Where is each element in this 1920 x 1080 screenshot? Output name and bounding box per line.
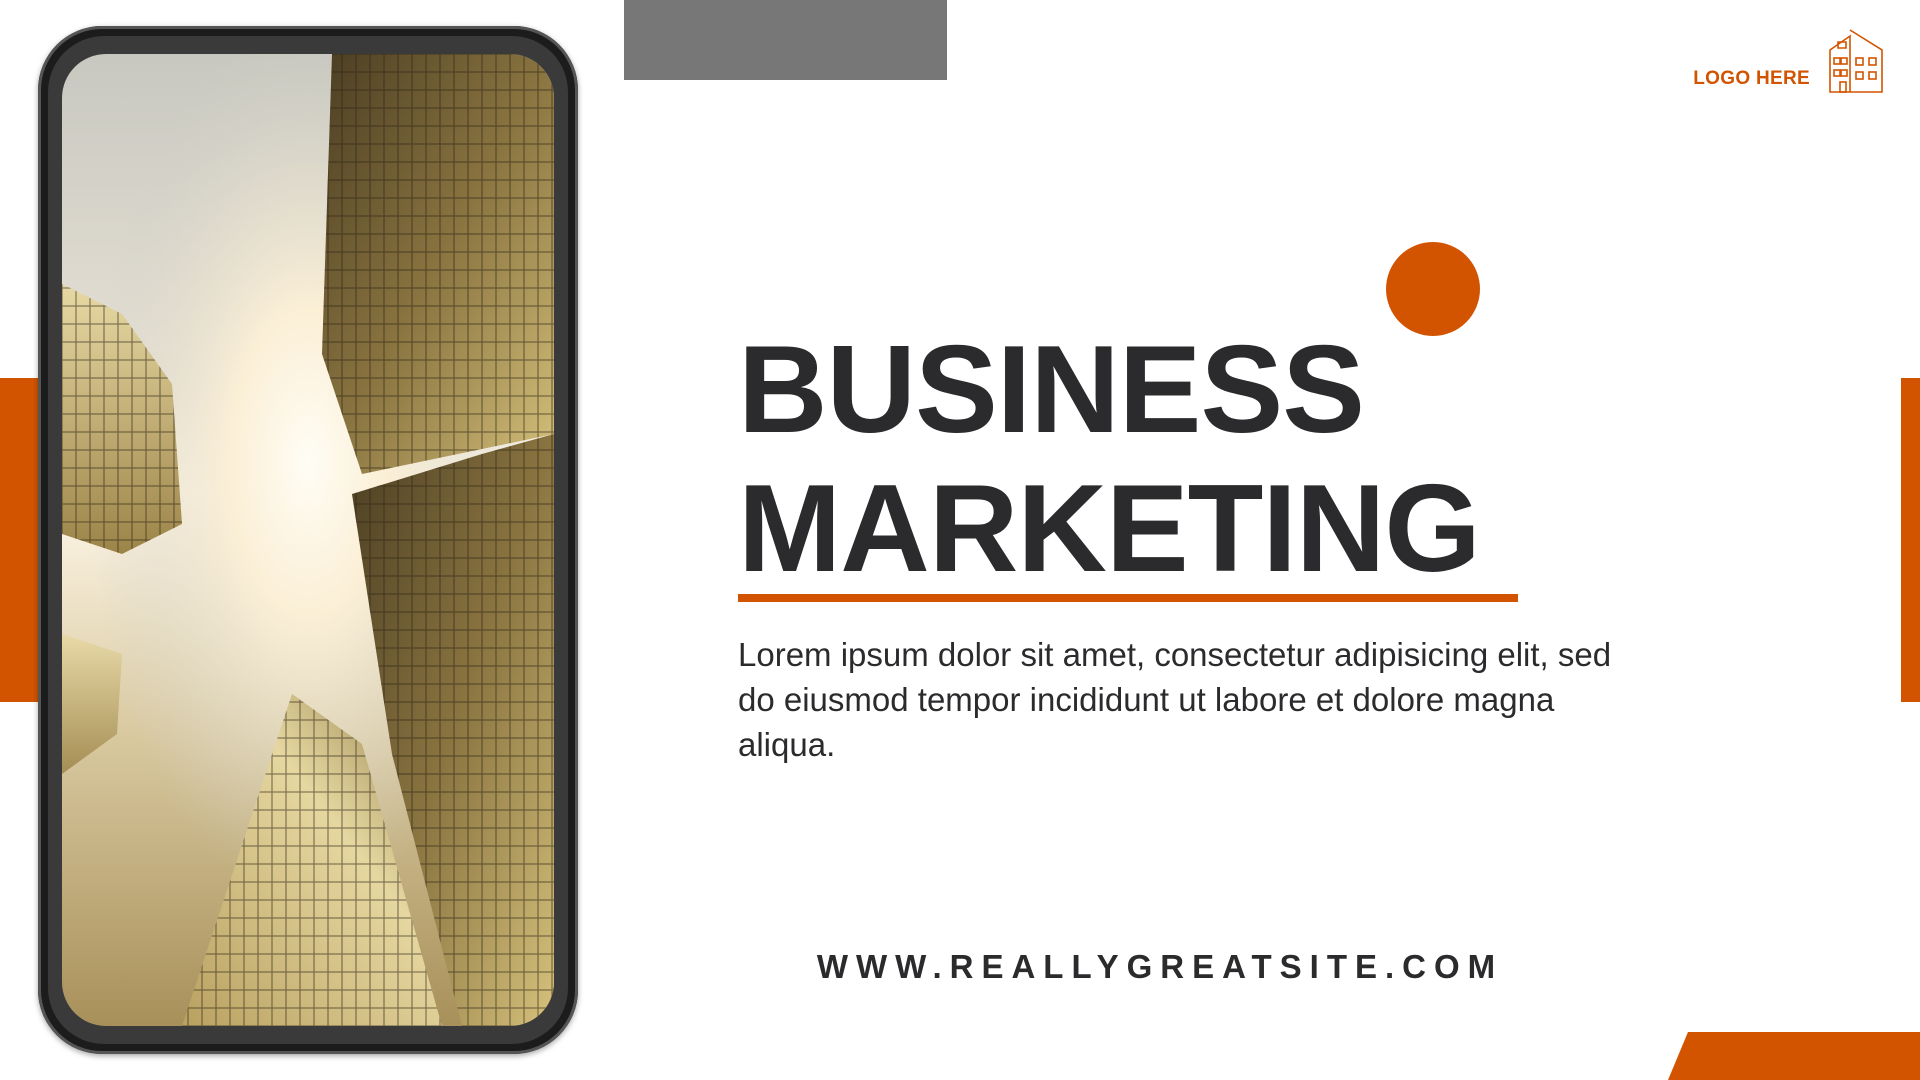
phone-mockup xyxy=(38,26,578,1054)
headline-business: BUSINESS xyxy=(738,321,1365,459)
building-icon xyxy=(1826,26,1886,94)
gray-header-block xyxy=(624,0,947,80)
bottom-accent-bar xyxy=(1668,1032,1920,1080)
accent-dot xyxy=(1386,242,1480,336)
logo-text: LOGO HERE xyxy=(1693,68,1810,89)
phone-screen xyxy=(62,54,554,1026)
headline-marketing: MARKETING xyxy=(738,460,1481,598)
city-skyscrapers-image xyxy=(62,54,554,1026)
headline-underline xyxy=(738,594,1518,602)
right-accent-bar xyxy=(1901,378,1920,702)
website-url: WWW.REALLYGREATSITE.COM xyxy=(816,948,1504,985)
body-paragraph: Lorem ipsum dolor sit amet, consectetur … xyxy=(738,636,1612,763)
